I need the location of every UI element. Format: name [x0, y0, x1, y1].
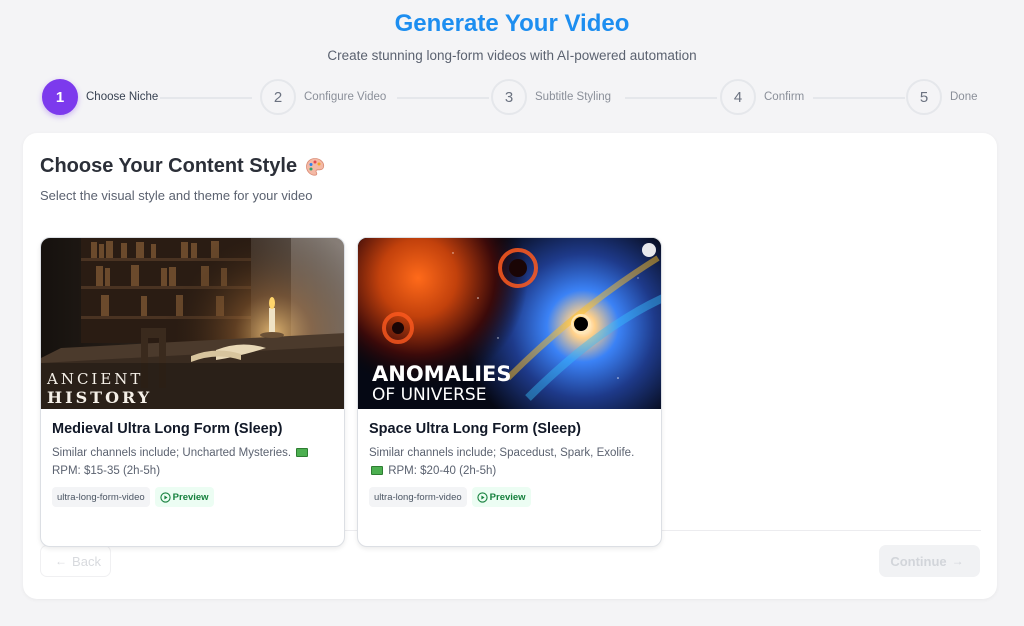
- content-title-text: Choose Your Content Style: [40, 155, 298, 177]
- step-connector: [160, 97, 252, 99]
- arrow-left-icon: ←: [55, 554, 68, 568]
- step-label: Subtitle Styling: [535, 91, 612, 103]
- back-button[interactable]: ← Back: [40, 545, 111, 577]
- niche-title: Medieval Ultra Long Form (Sleep): [52, 421, 283, 437]
- play-icon: [160, 491, 171, 503]
- niche-tag: ultra-long-form-video: [369, 487, 467, 507]
- page-subtitle: Create stunning long-form videos with AI…: [327, 48, 697, 63]
- niche-tags: ultra-long-form-video Preview: [369, 487, 531, 507]
- continue-button[interactable]: Continue →: [879, 545, 980, 577]
- niche-description: Similar channels include; Uncharted Myst…: [52, 444, 337, 480]
- money-icon: [371, 466, 383, 475]
- step-connector: [625, 97, 717, 99]
- step-label: Confirm: [764, 91, 805, 103]
- step-subtitle-styling[interactable]: 3 Subtitle Styling: [491, 78, 611, 116]
- niche-desc-channels: Similar channels include; Spacedust, Spa…: [369, 447, 635, 459]
- step-configure-video[interactable]: 2 Configure Video: [260, 78, 386, 116]
- stepper: 1 Choose Niche 2 Configure Video 3 Subti…: [40, 78, 980, 118]
- niche-tag: ultra-long-form-video: [52, 487, 150, 507]
- step-label: Configure Video: [304, 91, 387, 103]
- step-label: Choose Niche: [86, 91, 159, 103]
- step-number: 5: [906, 79, 942, 115]
- step-number: 3: [491, 79, 527, 115]
- preview-label: Preview: [489, 491, 526, 503]
- niche-title: Space Ultra Long Form (Sleep): [369, 421, 581, 437]
- niche-thumbnail: ANOMALIES OF UNIVERSE: [358, 238, 661, 409]
- continue-label: Continue: [890, 553, 947, 569]
- step-connector: [397, 97, 489, 99]
- niche-description: Similar channels include; Spacedust, Spa…: [369, 444, 654, 480]
- thumb-text-line2: HISTORY: [47, 388, 152, 407]
- back-label: Back: [72, 553, 101, 569]
- content-subtitle: Select the visual style and theme for yo…: [40, 188, 313, 203]
- step-number: 2: [260, 79, 296, 115]
- preview-button[interactable]: Preview: [471, 487, 531, 507]
- niche-card-medieval[interactable]: ANCIENT HISTORY Medieval Ultra Long Form…: [40, 237, 345, 547]
- thumb-text-line1: ANOMALIES: [372, 362, 512, 386]
- niche-tags: ultra-long-form-video Preview: [52, 487, 214, 507]
- niche-desc-rpm: RPM: $15-35 (2h-5h): [52, 465, 161, 477]
- play-icon: [477, 491, 488, 503]
- niche-thumbnail: ANCIENT HISTORY: [41, 238, 344, 409]
- thumb-text-line2: OF UNIVERSE: [372, 385, 486, 405]
- step-number: 4: [720, 79, 756, 115]
- step-connector: [813, 97, 905, 99]
- step-label: Done: [950, 91, 978, 103]
- preview-label: Preview: [172, 491, 209, 503]
- niche-card-space[interactable]: ANOMALIES OF UNIVERSE Space Ultra Long F…: [357, 237, 662, 547]
- step-confirm[interactable]: 4 Confirm: [720, 78, 804, 116]
- step-number: 1: [42, 79, 78, 115]
- niche-desc-rpm: RPM: $20-40 (2h-5h): [388, 465, 497, 477]
- money-icon: [296, 448, 309, 457]
- step-done[interactable]: 5 Done: [906, 78, 978, 116]
- palette-icon: [306, 157, 325, 176]
- arrow-right-icon: →: [951, 554, 964, 568]
- content-title: Choose Your Content Style: [40, 155, 325, 178]
- page-title: Generate Your Video: [394, 10, 630, 37]
- niche-desc-channels: Similar channels include; Uncharted Myst…: [52, 447, 292, 459]
- preview-button[interactable]: Preview: [154, 487, 214, 507]
- thumb-text-line1: ANCIENT: [46, 370, 143, 388]
- step-choose-niche[interactable]: 1 Choose Niche: [42, 78, 158, 116]
